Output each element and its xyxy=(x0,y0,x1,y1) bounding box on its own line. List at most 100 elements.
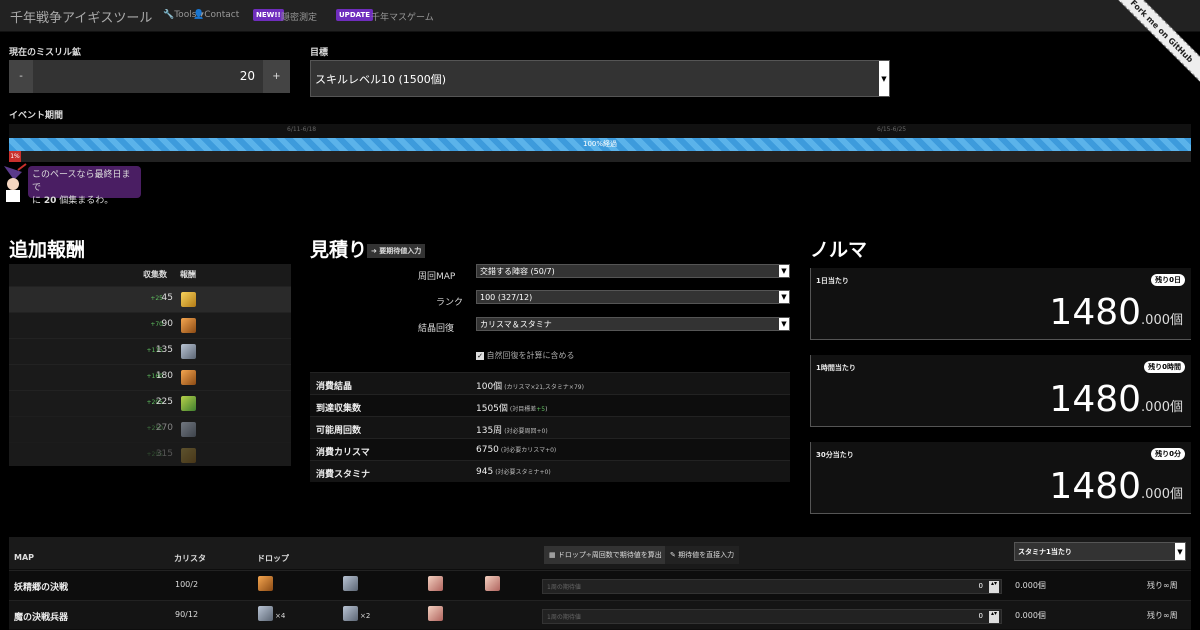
reward-unit-icon xyxy=(181,422,196,437)
map-table: MAP カリスタ ドロップ ▦ ドロップ÷周回数で期待値を算出 ✎ 期待値を直接… xyxy=(9,537,1191,630)
event-progress-track: 100%経過 xyxy=(9,138,1191,151)
result-value-group: 1505個 (対目標差+5) xyxy=(476,401,547,414)
map-row: 妖精郷の決戦 100/2 1周の期待値 0 ▴▾ 0.000個 残り∞周 xyxy=(9,570,1191,599)
contact-link[interactable]: 👤Contact xyxy=(193,10,239,20)
collect-progress-track: 1% xyxy=(9,151,1191,162)
per-unit-select[interactable]: スタミナ1当たり ▼ xyxy=(1014,542,1186,561)
result-row: 可能周回数 135周 (対必要周回+0) xyxy=(310,416,790,438)
col-drop: ドロップ xyxy=(257,554,289,563)
quota-value: 1480.000個 xyxy=(1049,466,1183,507)
map-remaining: 残り∞周 xyxy=(1147,611,1178,620)
mascot-icon xyxy=(4,163,27,202)
reward-row: +205 225 xyxy=(9,390,291,416)
drop-unit-icon xyxy=(343,576,358,591)
result-row: 消費結晶 100個 (カリスマ×21,スタミナ×79) xyxy=(310,372,790,394)
mithril-label: 現在のミスリル鉱 xyxy=(9,48,82,58)
drop-unit-icon xyxy=(428,576,443,591)
reward-row: +115 135 xyxy=(9,338,291,364)
pace-post: 個集まるわ。 xyxy=(59,196,114,206)
reward-unit-icon xyxy=(181,318,196,333)
result-note: (対必要周回+0) xyxy=(504,428,548,435)
result-value-group: 6750 (対必要カリスマ+0) xyxy=(476,445,556,455)
navbar: 千年戦争アイギスツール 🔧Tools ▾ 👤Contact NEW!! 隠密測定… xyxy=(0,0,1200,87)
map-name: 魔の決戦兵器 xyxy=(14,613,69,623)
quota-label: 1日当たり xyxy=(816,277,849,285)
result-value: 100個 xyxy=(476,382,503,392)
expected-value-input[interactable]: 1周の期待値 0 ▴▾ xyxy=(542,609,1002,624)
mass-game-link[interactable]: 千年マスゲーム xyxy=(371,10,434,23)
brand-link[interactable]: 千年戦争アイギスツール xyxy=(10,7,152,26)
target-select[interactable]: スキルレベル10 (1500個) ▼ xyxy=(310,60,890,97)
pencil-icon: ✎ xyxy=(670,551,676,559)
contact-label: Contact xyxy=(204,10,240,20)
calculator-icon: ▦ xyxy=(549,551,556,559)
rewards-title: 追加報酬 xyxy=(9,239,86,261)
event-dates-bar: 6/11-6/18 6/15-6/25 xyxy=(9,124,1191,138)
calc-expected-button[interactable]: ▦ ドロップ÷周回数で期待値を算出 xyxy=(544,546,667,564)
reward-count: 180 xyxy=(155,371,173,381)
estimate-title: 見積り xyxy=(310,239,368,261)
update-badge: UPDATE xyxy=(336,9,374,21)
rewards-table: 収集数 報酬 +25 45 +70 90 +115 135 +160 180 +205 225 +2… xyxy=(9,264,291,466)
natural-recovery-checkbox[interactable]: ✓ 自然回復を計算に含める xyxy=(476,350,575,361)
stealth-link[interactable]: 隠密測定 xyxy=(281,10,317,23)
mithril-count-input[interactable]: 20 xyxy=(33,60,263,93)
quota-box: 30分当たり 残り0分 1480.000個 xyxy=(810,442,1191,514)
recovery-select[interactable]: カリスマ＆スタミナ ▼ xyxy=(476,317,790,331)
stepper-icon[interactable]: ▴▾ xyxy=(989,611,999,623)
result-note: (カリスマ×21,スタミナ×79) xyxy=(504,384,584,391)
expected-value-number: 0 xyxy=(978,612,983,620)
result-value-group: 135周 (対必要周回+0) xyxy=(476,423,548,436)
chevron-down-icon: ▼ xyxy=(779,265,789,277)
result-value: 1505個 xyxy=(476,404,508,414)
quota-label: 30分当たり xyxy=(816,451,854,459)
expected-input-button[interactable]: ➜ 要期待値入力 xyxy=(367,244,426,258)
map-select[interactable]: 交錯する陣容 (50/7) ▼ xyxy=(476,264,790,278)
quota-box: 1時間当たり 残り0時間 1480.000個 xyxy=(810,355,1191,427)
reward-unit-icon xyxy=(181,344,196,359)
pace-line1: このペースなら最終日まで xyxy=(32,170,131,193)
chevron-down-icon: ▼ xyxy=(879,61,889,96)
reward-unit-icon xyxy=(181,292,196,307)
recovery-select-value: カリスマ＆スタミナ xyxy=(480,320,552,329)
result-note-diff: +5 xyxy=(536,406,546,413)
drop-multiplier: ×2 xyxy=(360,612,371,620)
event-start-date: 6/11-6/18 xyxy=(287,126,317,133)
calc-expected-label: ドロップ÷周回数で期待値を算出 xyxy=(557,551,662,559)
result-note: (対必要カリスマ+0) xyxy=(500,447,557,454)
reward-row: +250 270 xyxy=(9,416,291,442)
checkmark-icon: ✓ xyxy=(476,352,484,360)
remaining-badge: 残り0分 xyxy=(1151,448,1185,460)
increment-button[interactable]: + xyxy=(263,60,290,93)
result-note: (対目標差 xyxy=(509,406,537,413)
col-map: MAP xyxy=(14,553,35,562)
quota-value-int: 1480 xyxy=(1049,466,1142,507)
reward-count: 315 xyxy=(155,449,173,459)
chevron-down-icon: ▼ xyxy=(779,291,789,303)
estimate-panel: 周回MAP 交錯する陣容 (50/7) ▼ ランク 100 (327/12) ▼ 結… xyxy=(310,262,790,484)
collect-progress-fill: 1% xyxy=(9,151,21,162)
pace-number: 20 xyxy=(43,196,57,206)
decrement-button[interactable]: - xyxy=(9,60,33,93)
map-amount: 0.000個 xyxy=(1015,611,1046,620)
expected-value-input[interactable]: 1周の期待値 0 ▴▾ xyxy=(542,579,1002,594)
expected-value-placeholder: 1周の期待値 xyxy=(547,584,581,591)
stepper-icon[interactable]: ▴▾ xyxy=(989,581,999,593)
quota-value: 1480.000個 xyxy=(1049,379,1183,420)
direct-input-button[interactable]: ✎ 期待値を直接入力 xyxy=(665,546,740,564)
result-key: 到達収集数 xyxy=(316,404,362,414)
rank-select[interactable]: 100 (327/12) ▼ xyxy=(476,290,790,304)
expected-value-number: 0 xyxy=(978,582,983,590)
github-ribbon[interactable]: Fork me on GitHub xyxy=(1106,0,1200,87)
result-key: 消費カリスマ xyxy=(316,448,370,458)
quota-label: 1時間当たり xyxy=(816,364,856,372)
expected-value-placeholder: 1周の期待値 xyxy=(547,614,581,621)
event-period-label: イベント期間 xyxy=(9,111,64,121)
quota-value: 1480.000個 xyxy=(1049,292,1183,333)
reward-count: 45 xyxy=(161,293,173,303)
drop-unit-icon xyxy=(485,576,500,591)
quota-value-int: 1480 xyxy=(1049,292,1142,333)
result-note: (対必要スタミナ+0) xyxy=(495,469,551,476)
target-label: 目標 xyxy=(310,48,329,58)
chevron-down-icon: ▼ xyxy=(779,318,789,330)
